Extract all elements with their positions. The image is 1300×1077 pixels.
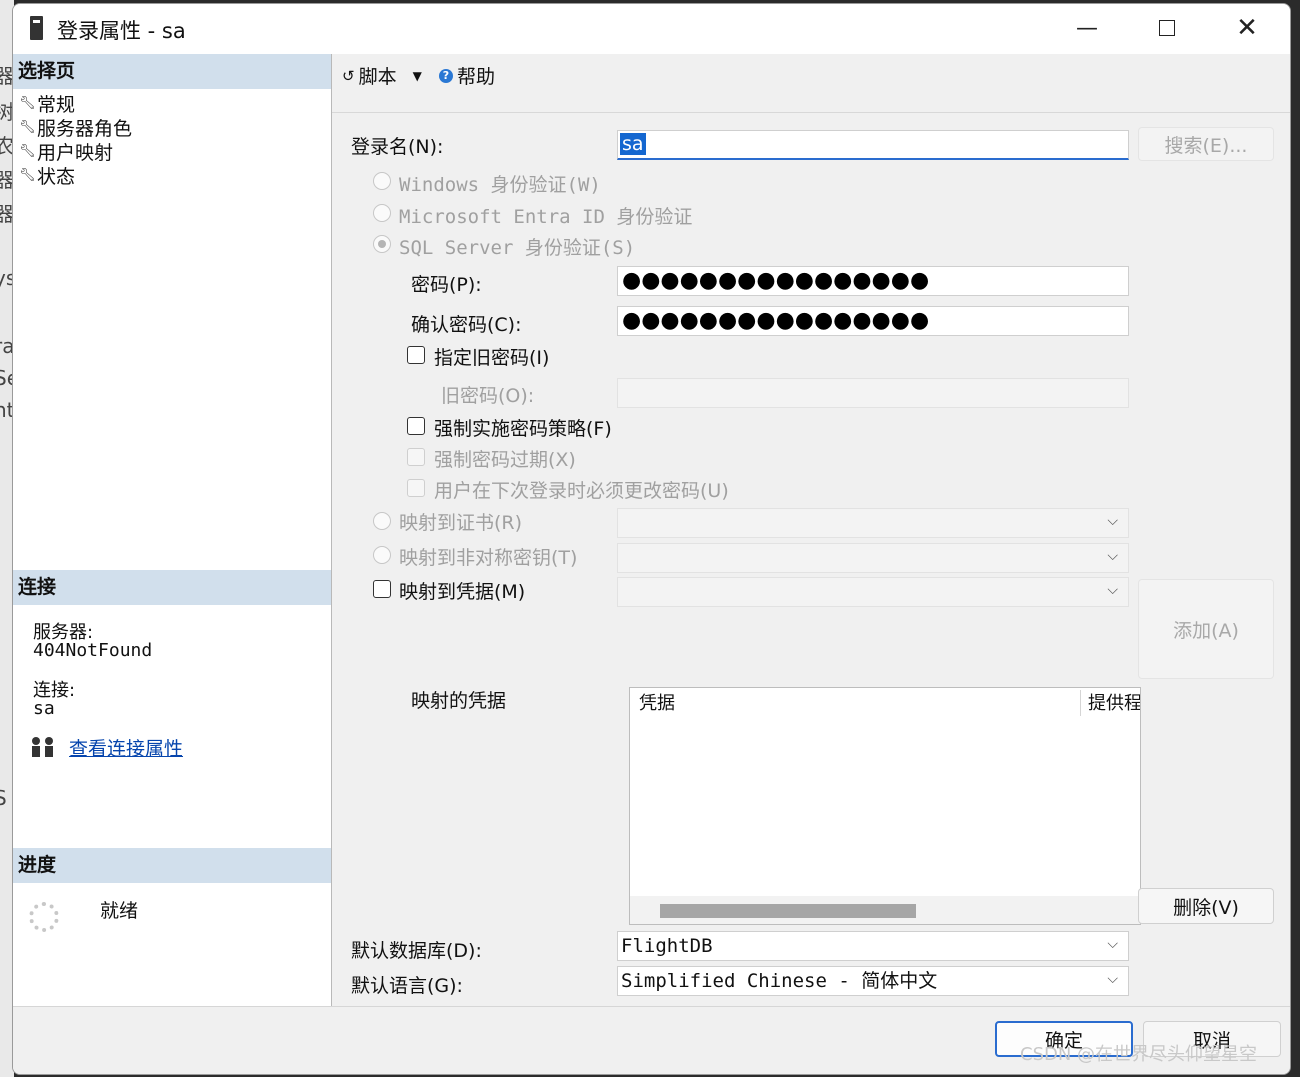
connection-header: 连接 <box>13 570 331 605</box>
wrench-icon: 🔧︎ <box>19 120 36 135</box>
mapped-credentials-grid[interactable]: 凭据 提供程 <box>629 687 1141 925</box>
search-button[interactable]: 搜索(E)... <box>1138 127 1274 161</box>
map-credential-checkbox[interactable] <box>373 580 391 598</box>
nav-item-server-roles[interactable]: 🔧︎ 服务器角色 <box>19 114 132 141</box>
general-page: 登录名(N): sa 搜索(E)... Windows 身份验证(W) Micr… <box>335 114 1287 1004</box>
wrench-icon: 🔧︎ <box>19 168 36 183</box>
script-icon: ↺ <box>342 66 355 85</box>
default-language-combo[interactable]: Simplified Chinese - 简体中文 ⌵ <box>617 966 1129 996</box>
help-button[interactable]: ? 帮助 <box>439 62 495 89</box>
sql-auth-radio[interactable] <box>373 235 391 253</box>
server-value: 404NotFound <box>33 640 153 661</box>
connection-value: sa <box>33 698 55 719</box>
title-bar: 登录属性 - sa — ✕ <box>13 4 1290 54</box>
script-label: 脚本 <box>358 66 397 88</box>
grid-column-divider <box>1080 690 1081 716</box>
old-password-label: 旧密码(O): <box>441 385 535 407</box>
default-database-value: FlightDB <box>621 935 713 957</box>
cert-combo[interactable]: ⌵ <box>617 508 1129 538</box>
default-language-value: Simplified Chinese - 简体中文 <box>621 970 938 992</box>
entra-auth-label: Microsoft Entra ID 身份验证 <box>399 206 693 228</box>
toolbar: ↺ 脚本 ▼ ? 帮助 <box>332 54 1290 113</box>
map-cert-label: 映射到证书(R) <box>399 512 523 534</box>
maximize-icon <box>1159 20 1175 36</box>
chevron-down-icon: ⌵ <box>1107 582 1118 598</box>
grid-column-provider[interactable]: 提供程 <box>1088 689 1140 715</box>
windows-auth-radio[interactable] <box>373 172 391 190</box>
old-password-input[interactable] <box>617 378 1129 408</box>
add-credential-button[interactable]: 添加(A) <box>1138 579 1274 679</box>
confirm-password-value: ●●●●●●●●●●●●●●●● <box>622 308 930 333</box>
nav-item-general[interactable]: 🔧︎ 常规 <box>19 90 75 117</box>
wrench-icon: 🔧︎ <box>19 144 36 159</box>
enforce-policy-label: 强制实施密码策略(F) <box>434 418 612 440</box>
nav-item-label: 服务器角色 <box>37 118 133 140</box>
maximize-button[interactable] <box>1145 10 1189 46</box>
entra-auth-radio[interactable] <box>373 204 391 222</box>
watermark: CSDN @在世界尽头仰望星空 <box>1020 1044 1258 1065</box>
password-label: 密码(P): <box>411 274 482 296</box>
grid-column-credential[interactable]: 凭据 <box>639 689 675 715</box>
password-value: ●●●●●●●●●●●●●●●● <box>622 268 930 293</box>
credential-combo[interactable]: ⌵ <box>617 577 1129 607</box>
enforce-expiration-label: 强制密码过期(X) <box>434 449 576 471</box>
must-change-label: 用户在下次登录时必须更改密码(U) <box>434 480 729 502</box>
map-asym-key-label: 映射到非对称密钥(T) <box>399 547 578 569</box>
must-change-checkbox[interactable] <box>407 479 425 497</box>
specify-old-password-label: 指定旧密码(I) <box>434 347 550 369</box>
wrench-icon: 🔧︎ <box>19 96 36 111</box>
specify-old-password-checkbox[interactable] <box>407 346 425 364</box>
nav-item-label: 用户映射 <box>37 142 114 164</box>
window-title: 登录属性 - sa <box>57 19 186 43</box>
confirm-password-label: 确认密码(C): <box>411 314 522 336</box>
script-button[interactable]: ↺ 脚本 ▼ <box>342 62 422 89</box>
progress-spinner-icon <box>29 902 59 932</box>
chevron-down-icon: ⌵ <box>1107 513 1118 529</box>
left-pane: 选择页 🔧︎ 常规 🔧︎ 服务器角色 🔧︎ 用户映射 🔧︎ 状态 连接 服务器:… <box>13 54 332 1006</box>
login-name-input[interactable]: sa <box>617 130 1129 160</box>
minimize-icon: — <box>1076 15 1098 41</box>
chevron-down-icon: ⌵ <box>1107 936 1118 952</box>
nav-item-user-mapping[interactable]: 🔧︎ 用户映射 <box>19 138 113 165</box>
login-properties-dialog: 登录属性 - sa — ✕ 选择页 🔧︎ 常规 🔧︎ 服务器角色 🔧︎ 用户映射… <box>12 3 1291 1075</box>
mapped-credentials-label: 映射的凭据 <box>411 690 507 712</box>
password-input[interactable]: ●●●●●●●●●●●●●●●● <box>617 266 1129 296</box>
help-label: 帮助 <box>457 66 496 88</box>
nav-item-label: 状态 <box>37 166 76 188</box>
help-icon: ? <box>439 68 453 83</box>
nav-item-status[interactable]: 🔧︎ 状态 <box>19 162 75 189</box>
map-cert-radio[interactable] <box>373 512 391 530</box>
server-icon <box>30 16 43 40</box>
connection-properties-icon <box>32 737 53 757</box>
asym-key-combo[interactable]: ⌵ <box>617 543 1129 573</box>
view-connection-properties-link[interactable]: 查看连接属性 <box>69 734 183 761</box>
remove-credential-button[interactable]: 删除(V) <box>1138 888 1274 924</box>
default-database-label: 默认数据库(D): <box>351 940 482 962</box>
progress-header: 进度 <box>13 848 331 883</box>
windows-auth-label: Windows 身份验证(W) <box>399 174 601 196</box>
enforce-policy-checkbox[interactable] <box>407 417 425 435</box>
chevron-down-icon: ⌵ <box>1107 971 1118 987</box>
progress-status: 就绪 <box>100 900 139 922</box>
login-name-label: 登录名(N): <box>351 136 444 158</box>
chevron-down-icon: ▼ <box>412 68 422 83</box>
select-page-header: 选择页 <box>13 54 331 89</box>
login-name-value: sa <box>620 133 646 155</box>
close-button[interactable]: ✕ <box>1225 10 1269 46</box>
map-credential-label: 映射到凭据(M) <box>399 581 526 603</box>
map-asym-key-radio[interactable] <box>373 546 391 564</box>
sql-auth-label: SQL Server 身份验证(S) <box>399 237 636 259</box>
enforce-expiration-checkbox[interactable] <box>407 448 425 466</box>
default-database-combo[interactable]: FlightDB ⌵ <box>617 931 1129 961</box>
default-language-label: 默认语言(G): <box>351 975 463 997</box>
minimize-button[interactable]: — <box>1065 10 1109 46</box>
nav-item-label: 常规 <box>37 94 76 116</box>
chevron-down-icon: ⌵ <box>1107 548 1118 564</box>
confirm-password-input[interactable]: ●●●●●●●●●●●●●●●● <box>617 306 1129 336</box>
scrollbar-thumb[interactable] <box>660 904 916 918</box>
close-icon: ✕ <box>1236 13 1258 43</box>
horizontal-scrollbar[interactable] <box>630 896 1140 924</box>
